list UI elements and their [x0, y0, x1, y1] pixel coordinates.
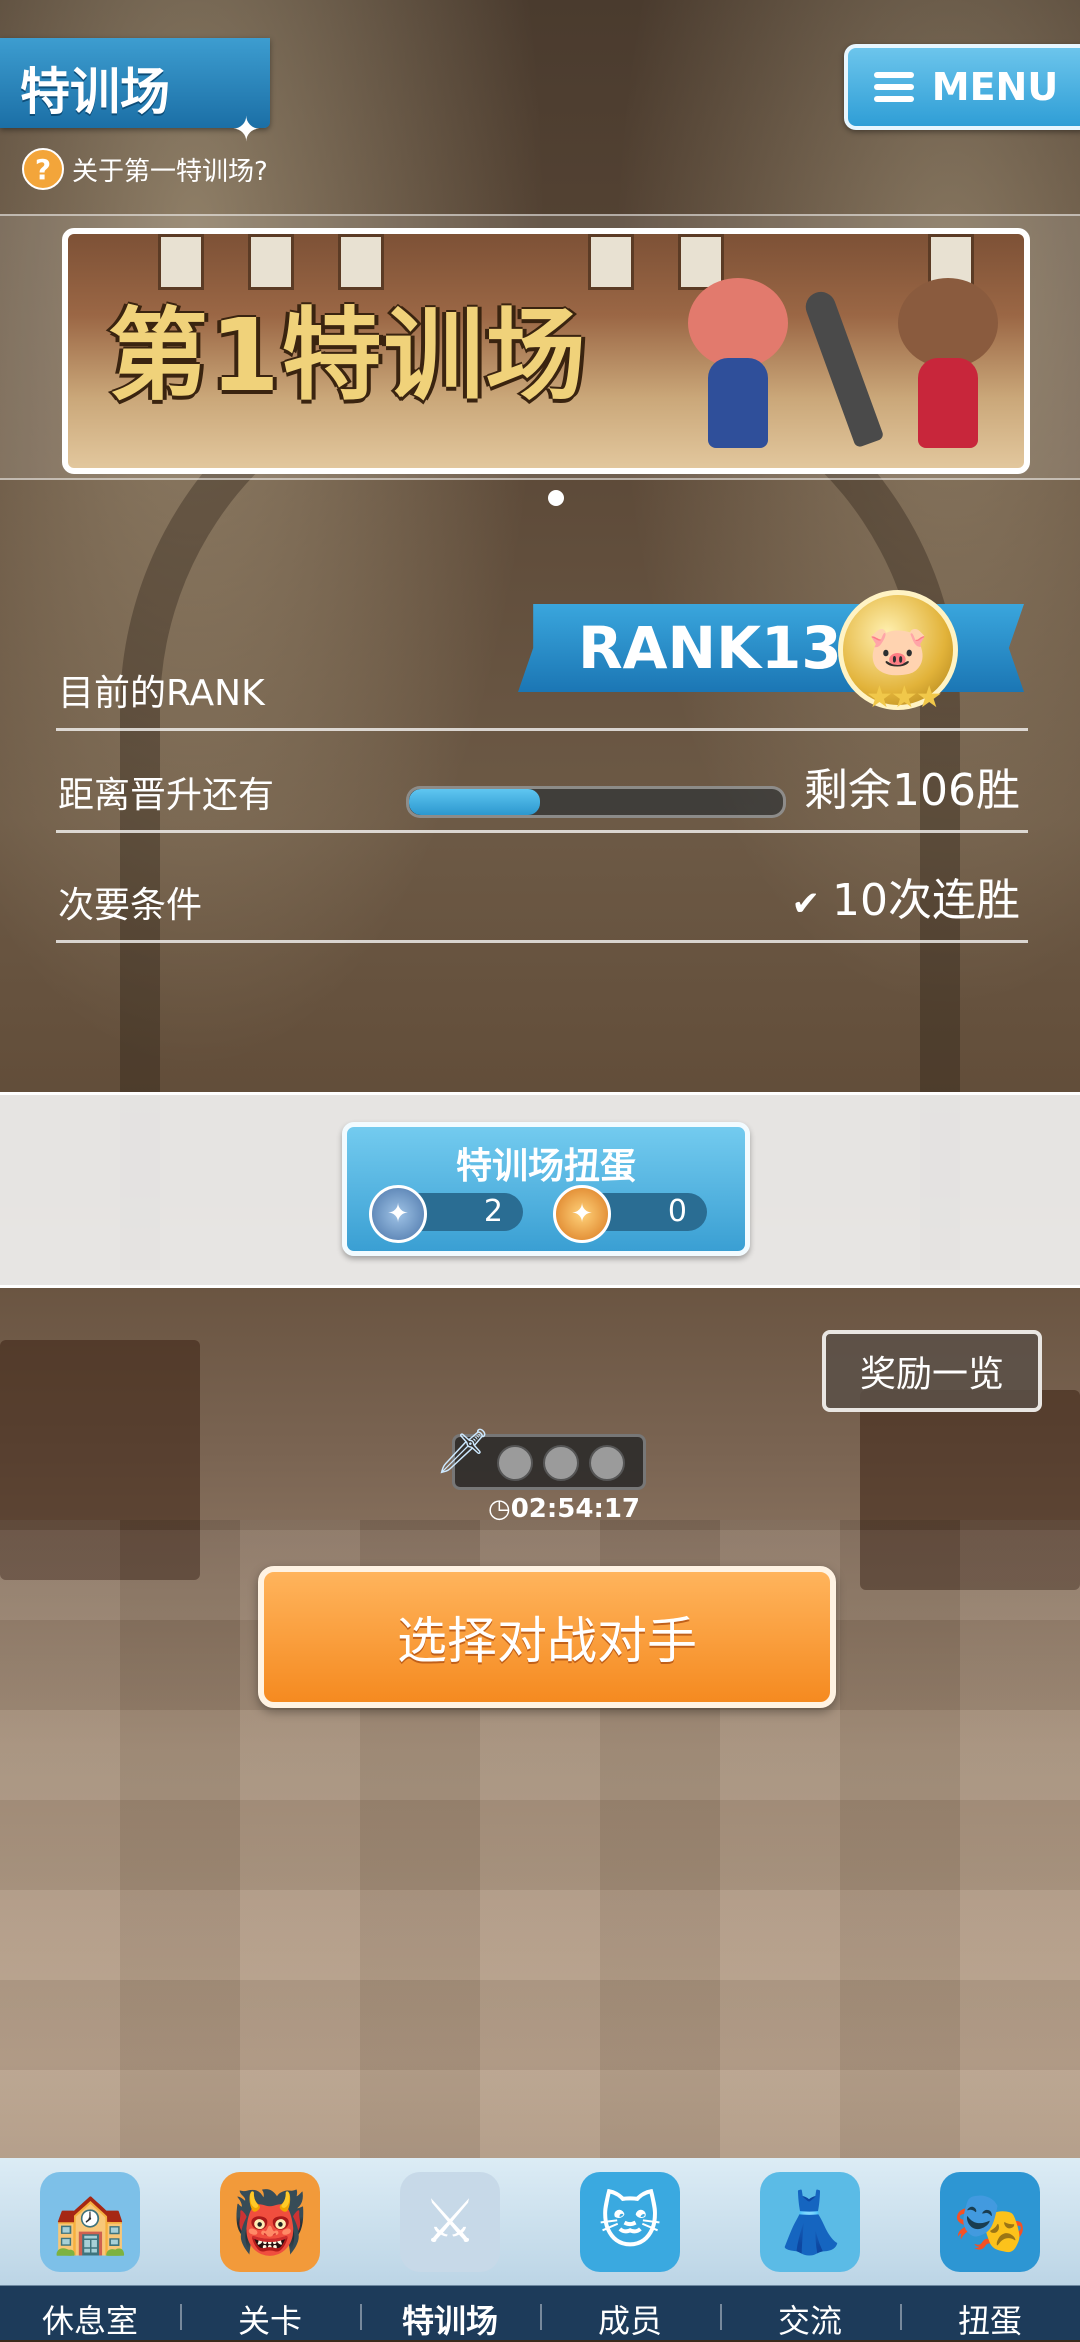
- nav-item-label: 特训场: [401, 2302, 498, 2340]
- hamburger-icon: [873, 66, 914, 108]
- nav-item-arena[interactable]: ⚔ 特训场: [360, 2158, 540, 2340]
- nav-divider: [900, 2304, 902, 2330]
- nav-item-label: 交流: [777, 2302, 842, 2340]
- crossed-swords-icon: ⚔: [400, 2172, 500, 2272]
- clock-icon: ◷: [488, 1494, 511, 1524]
- promotion-row: 距离晋升还有 剩余106胜: [56, 765, 1028, 833]
- monster-icon: 👹: [220, 2172, 320, 2272]
- secondary-condition-label: 次要条件: [58, 885, 203, 926]
- nav-divider: [720, 2304, 722, 2330]
- sword-icon: 🗡: [435, 1426, 491, 1477]
- nav-divider: [180, 2304, 182, 2330]
- nav-item-social[interactable]: 👗 交流: [720, 2158, 900, 2340]
- menu-button[interactable]: MENU: [844, 44, 1080, 130]
- select-opponent-button[interactable]: 选择对战对手: [258, 1566, 836, 1708]
- arena-gacha-button[interactable]: 特训场扭蛋 2 ✦ 0 ✦: [342, 1122, 750, 1256]
- current-rank-label: 目前的RANK: [58, 673, 265, 714]
- stamina-pip: [589, 1445, 625, 1481]
- menu-label: MENU: [931, 65, 1059, 109]
- nav-item-label: 扭蛋: [957, 2302, 1022, 2340]
- checkmark-icon: ✔: [791, 884, 821, 924]
- silver-coin-count-value: 2: [483, 1194, 503, 1229]
- arena-banner[interactable]: 第1特训场: [62, 228, 1030, 474]
- help-link-label: 关于第一特训场?: [72, 156, 268, 187]
- stamina-timer-value: 02:54:17: [510, 1494, 641, 1524]
- sparkle-icon: ✦: [232, 110, 261, 150]
- help-link[interactable]: ? 关于第一特训场?: [22, 148, 268, 190]
- banner-window: [588, 234, 634, 290]
- carousel-dot: [548, 490, 564, 506]
- promotion-label: 距离晋升还有: [58, 775, 275, 816]
- nav-item-stages[interactable]: 👹 关卡: [180, 2158, 360, 2340]
- nav-item-gacha[interactable]: 🎭 扭蛋: [900, 2158, 1080, 2340]
- page-title: 特训场: [20, 63, 170, 121]
- current-rank-row: 目前的RANK: [56, 664, 1028, 731]
- nav-divider: [360, 2304, 362, 2330]
- rewards-list-label: 奖励一览: [859, 1354, 1004, 1395]
- cat-member-icon: 🐱: [580, 2172, 680, 2272]
- nav-item-members[interactable]: 🐱 成员: [540, 2158, 720, 2340]
- nav-item-label: 休息室: [41, 2302, 138, 2340]
- chibi-character-red: [678, 268, 798, 458]
- secondary-condition-value: ✔ 10次连胜: [792, 864, 1021, 928]
- page-title-tab: 特训场: [0, 38, 270, 128]
- secondary-condition-text: 10次连胜: [832, 875, 1020, 926]
- stamina-pip: [543, 1445, 579, 1481]
- nav-item-label: 关卡: [237, 2302, 302, 2340]
- banner-title: 第1特训场: [108, 297, 588, 414]
- secondary-condition-row: 次要条件 ✔ 10次连胜: [56, 875, 1028, 943]
- chibi-character-brown: [888, 268, 1008, 458]
- gacha-title: 特训场扭蛋: [455, 1146, 636, 1187]
- nav-item-lounge[interactable]: 🏫 休息室: [0, 2158, 180, 2340]
- dress-icon: 👗: [760, 2172, 860, 2272]
- silver-coin-icon: ✦: [369, 1185, 427, 1243]
- select-opponent-label: 选择对战对手: [397, 1612, 697, 1670]
- question-icon: ?: [22, 148, 64, 190]
- nav-item-label: 成员: [597, 2302, 662, 2340]
- promotion-progress-fill: [409, 789, 540, 815]
- stamina-timer: ◷02:54:17: [488, 1494, 640, 1524]
- stamina-pip: [497, 1445, 533, 1481]
- gold-coin-icon: ✦: [553, 1185, 611, 1243]
- nav-divider: [540, 2304, 542, 2330]
- battle-stamina: 🗡: [435, 1426, 646, 1490]
- curtain-icon: 🎭: [940, 2172, 1040, 2272]
- gold-coin-count-value: 0: [667, 1194, 687, 1229]
- promotion-remaining: 剩余106胜: [804, 765, 1020, 816]
- promotion-progress-bar: [406, 786, 786, 818]
- school-building-icon: 🏫: [40, 2172, 140, 2272]
- rewards-list-button[interactable]: 奖励一览: [822, 1330, 1042, 1412]
